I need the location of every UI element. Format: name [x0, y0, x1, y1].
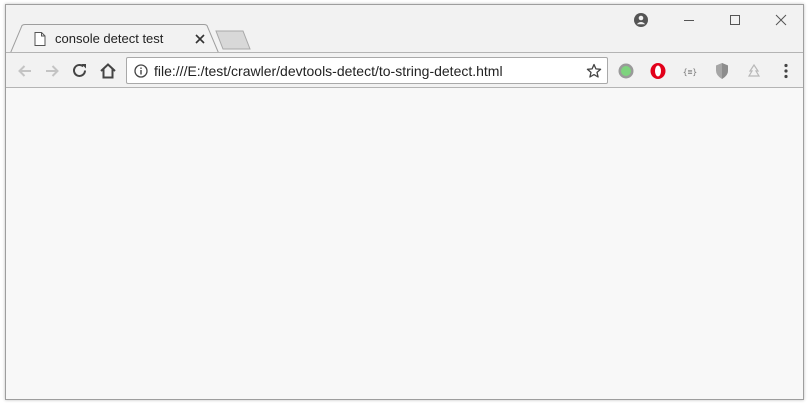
- home-button[interactable]: [97, 60, 119, 82]
- opera-icon: [650, 63, 666, 79]
- tab-close-icon[interactable]: [193, 32, 207, 46]
- close-window-button[interactable]: [758, 5, 804, 35]
- back-button[interactable]: [14, 60, 36, 82]
- minimize-icon: [684, 20, 694, 21]
- forward-icon: [46, 65, 59, 77]
- browser-window: console detect test file:///E:/test/craw…: [5, 4, 804, 400]
- maximize-icon: [730, 15, 740, 25]
- extension-tree[interactable]: [745, 62, 763, 80]
- url-text[interactable]: file:///E:/test/crawler/devtools-detect/…: [154, 63, 503, 79]
- extension-opera[interactable]: [649, 62, 667, 80]
- extension-shield[interactable]: [713, 62, 731, 80]
- back-icon: [18, 65, 31, 77]
- reload-icon: [73, 63, 86, 77]
- json-braces-icon: {≡}: [683, 68, 697, 77]
- menu-button[interactable]: [777, 62, 795, 80]
- toolbar: file:///E:/test/crawler/devtools-detect/…: [6, 52, 803, 88]
- shield-icon: [716, 63, 728, 79]
- green-circle-icon: [618, 63, 634, 79]
- address-bar[interactable]: file:///E:/test/crawler/devtools-detect/…: [126, 57, 608, 84]
- new-tab-button[interactable]: [215, 30, 251, 50]
- home-icon: [100, 63, 116, 79]
- page-content[interactable]: [6, 88, 803, 399]
- minimize-button[interactable]: [666, 5, 712, 35]
- reload-button[interactable]: [69, 60, 91, 82]
- tree-icon: [747, 63, 761, 77]
- tab-title: console detect test: [55, 31, 164, 46]
- document-icon: [34, 32, 46, 46]
- maximize-button[interactable]: [712, 5, 758, 35]
- menu-icon: [784, 63, 788, 79]
- info-icon[interactable]: [134, 64, 148, 78]
- tab-active[interactable]: console detect test: [10, 24, 220, 55]
- extension-green-circle[interactable]: [617, 62, 635, 80]
- star-icon[interactable]: [586, 63, 602, 79]
- svg-text:{≡}: {≡}: [683, 68, 697, 77]
- extension-json[interactable]: {≡}: [681, 62, 699, 80]
- title-bar: console detect test: [6, 5, 804, 55]
- forward-button[interactable]: [41, 60, 63, 82]
- close-icon: [775, 14, 787, 26]
- account-icon[interactable]: [633, 12, 649, 28]
